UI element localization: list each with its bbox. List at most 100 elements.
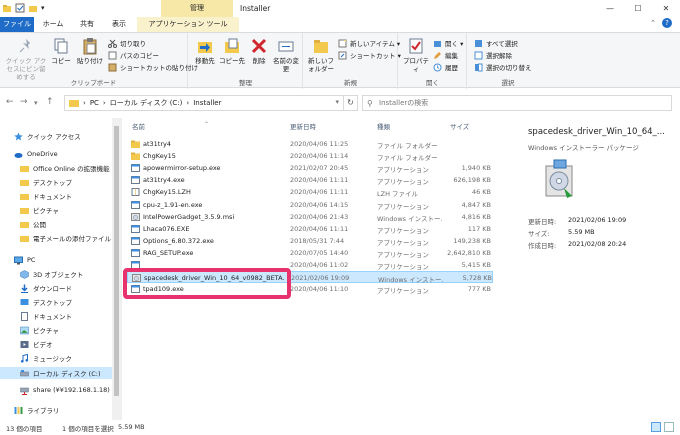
copy-path-button[interactable]: パスのコピー — [108, 50, 159, 60]
breadcrumb-installer[interactable]: Installer — [193, 99, 221, 107]
cut-label: 切り取り — [120, 40, 146, 48]
edit-button[interactable]: 編集 — [433, 50, 458, 60]
window-title: Installer — [240, 4, 271, 13]
new-item-button[interactable]: 新しいアイテム ▾ — [338, 38, 400, 48]
file-date: 2020/04/06 14:15 — [290, 200, 349, 209]
column-header-date[interactable]: 更新日時 — [290, 121, 316, 131]
tab-file[interactable]: ファイル — [0, 17, 34, 32]
nav-music[interactable]: ミュージック — [0, 352, 112, 364]
history-button[interactable]: 履歴 — [433, 62, 458, 72]
file-size: 46 KB — [471, 188, 491, 197]
nav-videos[interactable]: ビデオ — [0, 338, 112, 350]
nav-downloads[interactable]: ダウンロード — [0, 282, 112, 294]
help-icon[interactable]: ? — [662, 18, 672, 28]
nav-label: ローカル ディスク (C:) — [33, 370, 101, 378]
paste-shortcut-button[interactable]: ショートカットの貼り付け — [108, 62, 198, 72]
file-row[interactable]: ChgKey15.LZH 2020/04/06 11:11 LZH ファイル 46 K… — [127, 186, 493, 198]
nav-local-disk-c[interactable]: ローカル ディスク (C:) — [0, 367, 112, 379]
file-row[interactable]: ChgKey15 2020/04/06 11:14 ファイル フォルダー — [127, 150, 493, 162]
nav-office-online[interactable]: Office Online の拡張機能 — [0, 162, 112, 174]
paste-icon — [81, 37, 99, 55]
context-tab-manage[interactable]: 管理 — [161, 0, 233, 17]
address-bar[interactable]: › PC › ローカル ディスク (C:) › Installer ▾ — [64, 95, 344, 111]
tab-home[interactable]: ホーム — [38, 17, 68, 32]
up-arrow-icon[interactable]: ↑ — [46, 97, 54, 107]
copy-button[interactable]: コピー — [50, 37, 72, 65]
minimize-button[interactable]: — — [596, 0, 624, 17]
app-folder-icon — [2, 3, 12, 13]
nav-pc[interactable]: PC — [0, 254, 112, 266]
copy-to-button[interactable]: コピー先 — [219, 37, 245, 65]
file-row[interactable]: Options_6.80.372.exe 2018/05/31 7:44 アプリケー… — [127, 235, 493, 247]
new-folder-qat-icon[interactable] — [28, 3, 38, 13]
pin-quick-access-button[interactable]: クイック アクセスにピン留めする — [4, 37, 48, 81]
cut-button[interactable]: 切り取り — [108, 38, 146, 48]
breadcrumb-pc[interactable]: PC — [90, 99, 99, 107]
address-dropdown-icon[interactable]: ▾ — [335, 98, 339, 106]
properties-button[interactable]: プロパティ — [401, 37, 431, 73]
breadcrumb-local-disk[interactable]: ローカル ディスク (C:) — [110, 98, 183, 108]
file-row[interactable]: RAG_SETUP.exe 2020/07/05 14:40 アプリケーション 2,6… — [127, 247, 493, 259]
nav-desktop[interactable]: デスクトップ — [0, 296, 112, 308]
nav-scrollbar[interactable] — [112, 118, 121, 420]
nav-pictures[interactable]: ピクチャ — [0, 324, 112, 336]
organize-group-label: 整理 — [239, 79, 252, 87]
nav-label: OneDrive — [27, 150, 58, 158]
tab-application-tools[interactable]: アプリケーション ツール — [137, 17, 239, 32]
file-row[interactable]: cpu-z_1.91-en.exe 2020/04/06 14:15 アプリケーショ… — [127, 199, 493, 211]
ribbon-collapse-icon[interactable]: ⌃ — [650, 19, 656, 27]
back-arrow-icon[interactable]: ← — [6, 97, 14, 107]
large-icons-view-icon[interactable] — [664, 422, 674, 432]
refresh-icon[interactable]: ↻ — [344, 95, 358, 111]
open-button[interactable]: 開く ▾ — [433, 38, 463, 48]
nav-onedrive-public[interactable]: 公開 — [0, 218, 112, 230]
nav-onedrive-pictures[interactable]: ピクチャ — [0, 204, 112, 216]
close-button[interactable]: ✕ — [652, 0, 680, 17]
select-all-button[interactable]: すべて選択 — [474, 38, 518, 48]
paste-button[interactable]: 貼り付け — [76, 37, 104, 65]
group-open: プロパティ 開く ▾ 編集 履歴 開く — [399, 33, 467, 89]
nav-network-share[interactable]: share (¥¥192.168.1.18) (Z:) — [0, 384, 112, 396]
paste-label: 貼り付け — [77, 57, 103, 65]
cloud-icon — [14, 150, 23, 159]
nav-quick-access[interactable]: クイック アクセス — [0, 130, 112, 142]
tab-view[interactable]: 表示 — [106, 17, 132, 32]
file-date: 2021/02/07 20:45 — [290, 164, 349, 173]
properties-check-icon[interactable] — [15, 3, 25, 13]
column-header-size[interactable]: サイズ — [450, 121, 469, 131]
nav-label: share (¥¥192.168.1.18) (Z:) — [33, 386, 112, 394]
delete-button[interactable]: 削除 — [249, 37, 269, 65]
search-input[interactable]: ⚲ Installerの検索 — [362, 95, 672, 111]
nav-onedrive-documents[interactable]: ドキュメント — [0, 190, 112, 202]
qat-dropdown-icon[interactable]: ▾ — [41, 3, 51, 13]
maximize-button[interactable]: ☐ — [624, 0, 652, 17]
rename-button[interactable]: 名前の変更 — [273, 37, 299, 73]
file-row[interactable]: at31try4.exe 2020/04/06 11:11 アプリケーション 626,… — [127, 174, 493, 186]
archive-icon — [131, 188, 140, 197]
preview-file-title: spacedesk_driver_Win_10_64_... — [528, 127, 665, 137]
nav-scrollbar-thumb[interactable] — [114, 126, 119, 396]
tab-share[interactable]: 共有 — [72, 17, 102, 32]
file-row[interactable]: apowermirror-setup.exe 2021/02/07 20:45 アプ… — [127, 162, 493, 174]
move-to-button[interactable]: 移動先 — [193, 37, 217, 65]
column-header-name[interactable]: 名前 — [132, 121, 145, 131]
nav-3d-objects[interactable]: 3D オブジェクト — [0, 268, 112, 280]
file-row[interactable]: Lhaca076.EXE 2020/04/06 11:11 アプリケーション 117 … — [127, 223, 493, 235]
select-group-label: 選択 — [501, 79, 515, 87]
pin-icon — [17, 37, 35, 55]
column-header-type[interactable]: 種類 — [377, 121, 390, 131]
recent-locations-icon[interactable]: ▾ — [34, 99, 38, 107]
nav-documents[interactable]: ドキュメント — [0, 310, 112, 322]
details-view-icon[interactable] — [651, 422, 661, 432]
easy-access-button[interactable]: ショートカット ▾ — [338, 50, 401, 60]
nav-onedrive[interactable]: OneDrive — [0, 148, 112, 160]
file-row[interactable]: at31try4 2020/04/06 11:25 ファイル フォルダー — [127, 138, 493, 150]
nav-libraries[interactable]: ライブラリ — [0, 404, 112, 416]
file-row[interactable]: IntelPowerGadget_3.5.9.msi 2020/04/06 21:… — [127, 211, 493, 223]
nav-onedrive-desktop[interactable]: デスクトップ — [0, 176, 112, 188]
new-folder-button[interactable]: 新しいフォルダー — [306, 37, 336, 73]
forward-arrow-icon[interactable]: → — [20, 97, 28, 107]
select-none-button[interactable]: 選択解除 — [474, 50, 512, 60]
invert-selection-button[interactable]: 選択の切り替え — [474, 62, 532, 72]
nav-email-attachments[interactable]: 電子メールの添付ファイル — [0, 232, 112, 244]
